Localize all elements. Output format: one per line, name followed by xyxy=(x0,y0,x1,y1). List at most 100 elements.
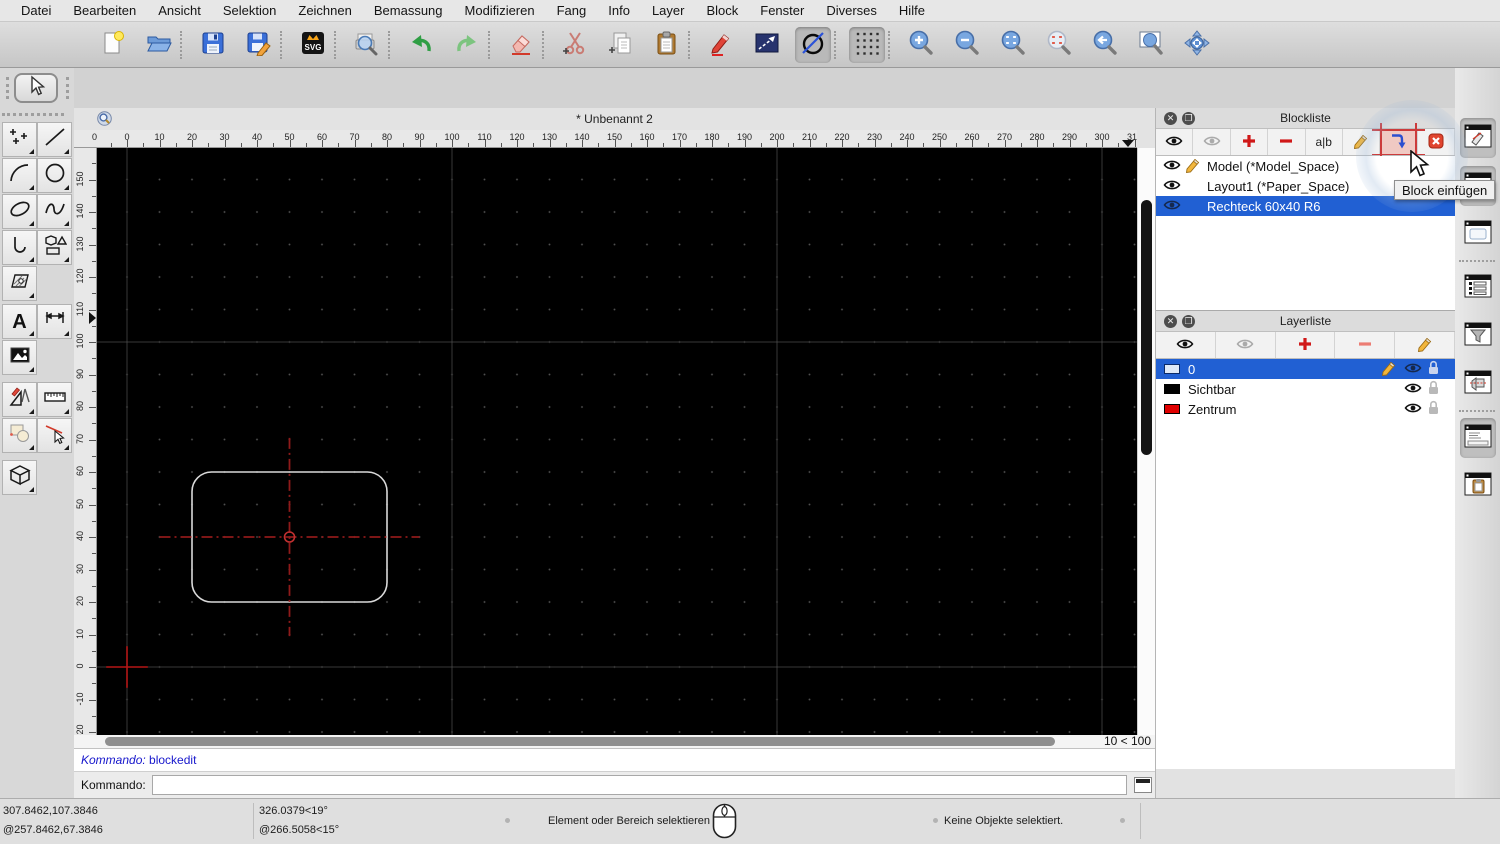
zoom-out-button[interactable] xyxy=(949,27,985,63)
view-list-panel-button[interactable] xyxy=(1460,364,1496,404)
vertical-scrollbar-thumb[interactable] xyxy=(1141,200,1152,455)
image-tool[interactable] xyxy=(2,340,37,375)
undo-button[interactable] xyxy=(403,27,439,63)
polyline-tools[interactable] xyxy=(2,230,37,265)
selection-tool-button[interactable] xyxy=(14,73,58,103)
misc-draw-tools[interactable] xyxy=(2,382,37,417)
modify-tools[interactable] xyxy=(37,418,72,453)
center-crosshair-entity[interactable] xyxy=(160,438,420,636)
menu-fang[interactable]: Fang xyxy=(546,0,598,22)
dimension-tools[interactable] xyxy=(37,304,72,339)
layer-lock-icon[interactable] xyxy=(1427,400,1450,418)
insert-block-button[interactable] xyxy=(1380,129,1417,155)
print-preview-button[interactable] xyxy=(349,27,385,63)
layer-color-swatch[interactable] xyxy=(1164,364,1180,374)
remove-layer-button[interactable] xyxy=(1335,332,1395,358)
open-file-button[interactable] xyxy=(141,27,177,63)
float-panel-icon[interactable]: ❐ xyxy=(1182,315,1195,328)
edit-block-button[interactable] xyxy=(1343,129,1380,155)
menu-bearbeiten[interactable]: Bearbeiten xyxy=(62,0,147,22)
layer-eye-icon[interactable] xyxy=(1404,401,1427,418)
toolbar-handle[interactable] xyxy=(6,77,9,99)
menu-datei[interactable]: Datei xyxy=(10,0,62,22)
horizontal-scrollbar[interactable]: 10 < 100 xyxy=(74,735,1155,748)
show-all-blocks-button[interactable] xyxy=(1156,129,1193,155)
delete-button[interactable] xyxy=(503,27,539,63)
layer-row[interactable]: Sichtbar xyxy=(1156,379,1455,399)
shape-tools[interactable] xyxy=(37,230,72,265)
zoom-selection-button[interactable] xyxy=(1041,27,1077,63)
horizontal-scrollbar-thumb[interactable] xyxy=(105,737,1055,746)
vertical-scrollbar[interactable] xyxy=(1137,148,1155,735)
float-panel-icon[interactable]: ❐ xyxy=(1182,112,1195,125)
toolbar-handle[interactable] xyxy=(66,77,69,99)
layer-color-swatch[interactable] xyxy=(1164,384,1180,394)
paste-button[interactable] xyxy=(649,27,685,63)
clipboard-panel-button[interactable] xyxy=(1460,466,1496,506)
redo-button[interactable] xyxy=(449,27,485,63)
layer-lock-icon[interactable] xyxy=(1427,380,1450,398)
property-editor-panel-button[interactable] xyxy=(1460,118,1496,158)
construction-mode-button[interactable] xyxy=(795,27,831,63)
block-visibility-icon[interactable] xyxy=(1163,198,1185,215)
spline-tools[interactable] xyxy=(37,194,72,229)
menu-hilfe[interactable]: Hilfe xyxy=(888,0,936,22)
layer-list-panel-button[interactable] xyxy=(1460,268,1496,308)
svg-export-button[interactable]: SVG xyxy=(295,27,331,63)
hatch-tool[interactable] xyxy=(2,266,37,301)
menu-block[interactable]: Block xyxy=(695,0,749,22)
block-visibility-icon[interactable] xyxy=(1163,178,1185,195)
line-from-prompt-button[interactable] xyxy=(749,27,785,63)
show-all-layers-button[interactable] xyxy=(1156,332,1216,358)
layer-pencil-icon[interactable] xyxy=(1381,360,1404,379)
rename-block-button[interactable]: a|b xyxy=(1306,129,1343,155)
block-visibility-icon[interactable] xyxy=(1163,158,1185,175)
grid-toggle-button[interactable] xyxy=(849,27,885,63)
close-panel-icon[interactable]: ✕ xyxy=(1164,315,1177,328)
line-tools[interactable] xyxy=(37,122,72,157)
hide-all-layers-button[interactable] xyxy=(1216,332,1276,358)
menu-selektion[interactable]: Selektion xyxy=(212,0,287,22)
drawing-canvas[interactable] xyxy=(97,148,1137,735)
menu-layer[interactable]: Layer xyxy=(641,0,696,22)
menu-modifizieren[interactable]: Modifizieren xyxy=(454,0,546,22)
menu-bemassung[interactable]: Bemassung xyxy=(363,0,454,22)
copy-button[interactable] xyxy=(603,27,639,63)
layer-eye-icon[interactable] xyxy=(1404,381,1427,398)
layer-row[interactable]: 0 xyxy=(1156,359,1455,379)
ellipse-tools[interactable] xyxy=(2,194,37,229)
point-tools[interactable] xyxy=(2,122,37,157)
save-as-button[interactable] xyxy=(241,27,277,63)
circle-tools[interactable] xyxy=(37,158,72,193)
solid-tools[interactable] xyxy=(2,460,37,495)
block-edit-icon[interactable] xyxy=(1185,157,1207,176)
command-line-panel-button[interactable] xyxy=(1460,418,1496,458)
add-layer-button[interactable] xyxy=(1276,332,1336,358)
menu-fenster[interactable]: Fenster xyxy=(749,0,815,22)
command-input[interactable] xyxy=(152,775,1127,795)
layer-eye-icon[interactable] xyxy=(1404,361,1427,378)
layer-lock-icon[interactable] xyxy=(1427,360,1450,378)
edit-layer-button[interactable] xyxy=(1395,332,1455,358)
cut-button[interactable] xyxy=(557,27,593,63)
pan-button[interactable] xyxy=(1179,27,1215,63)
new-file-button[interactable] xyxy=(95,27,131,63)
menu-zeichnen[interactable]: Zeichnen xyxy=(287,0,362,22)
selection-filter-panel-button[interactable] xyxy=(1460,316,1496,356)
auto-zoom-button[interactable] xyxy=(995,27,1031,63)
block-tools[interactable] xyxy=(2,418,37,453)
layer-row[interactable]: Zentrum xyxy=(1156,399,1455,419)
menu-diverses[interactable]: Diverses xyxy=(815,0,888,22)
hide-all-blocks-button[interactable] xyxy=(1193,129,1230,155)
text-tool[interactable]: A xyxy=(2,304,37,339)
purge-block-button[interactable] xyxy=(1418,129,1455,155)
add-block-button[interactable] xyxy=(1231,129,1268,155)
block-row[interactable]: Model (*Model_Space) xyxy=(1156,156,1455,176)
zoom-in-button[interactable] xyxy=(903,27,939,63)
zoom-window-button[interactable] xyxy=(1133,27,1169,63)
arc-tools[interactable] xyxy=(2,158,37,193)
menu-info[interactable]: Info xyxy=(597,0,641,22)
layer-color-swatch[interactable] xyxy=(1164,404,1180,414)
remove-block-button[interactable] xyxy=(1268,129,1305,155)
close-panel-icon[interactable]: ✕ xyxy=(1164,112,1177,125)
